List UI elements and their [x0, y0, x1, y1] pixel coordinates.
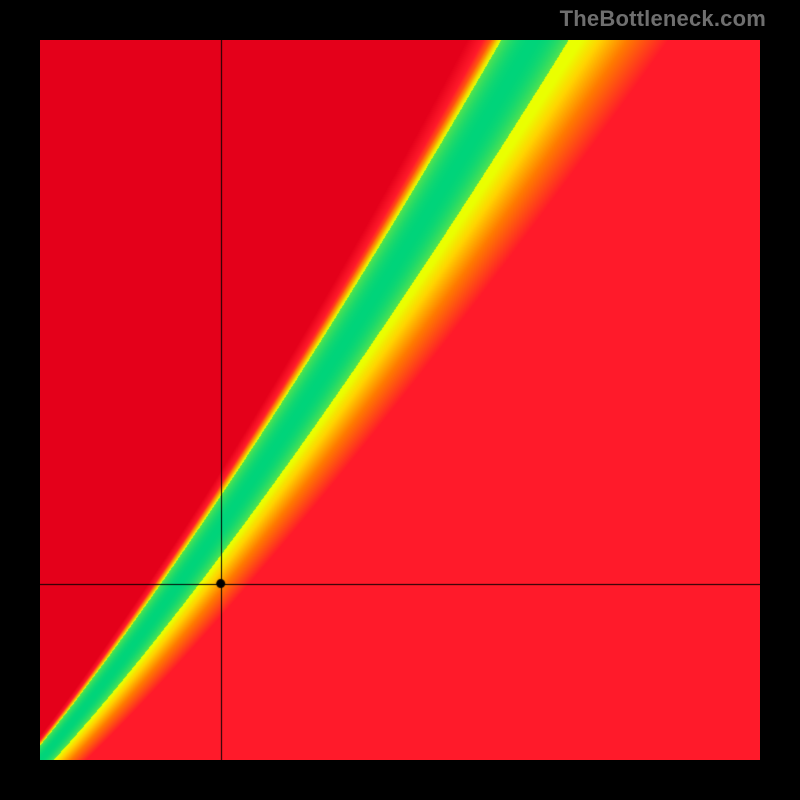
overlay-canvas	[40, 40, 760, 760]
chart-frame: TheBottleneck.com	[0, 0, 800, 800]
watermark-text: TheBottleneck.com	[560, 6, 766, 32]
